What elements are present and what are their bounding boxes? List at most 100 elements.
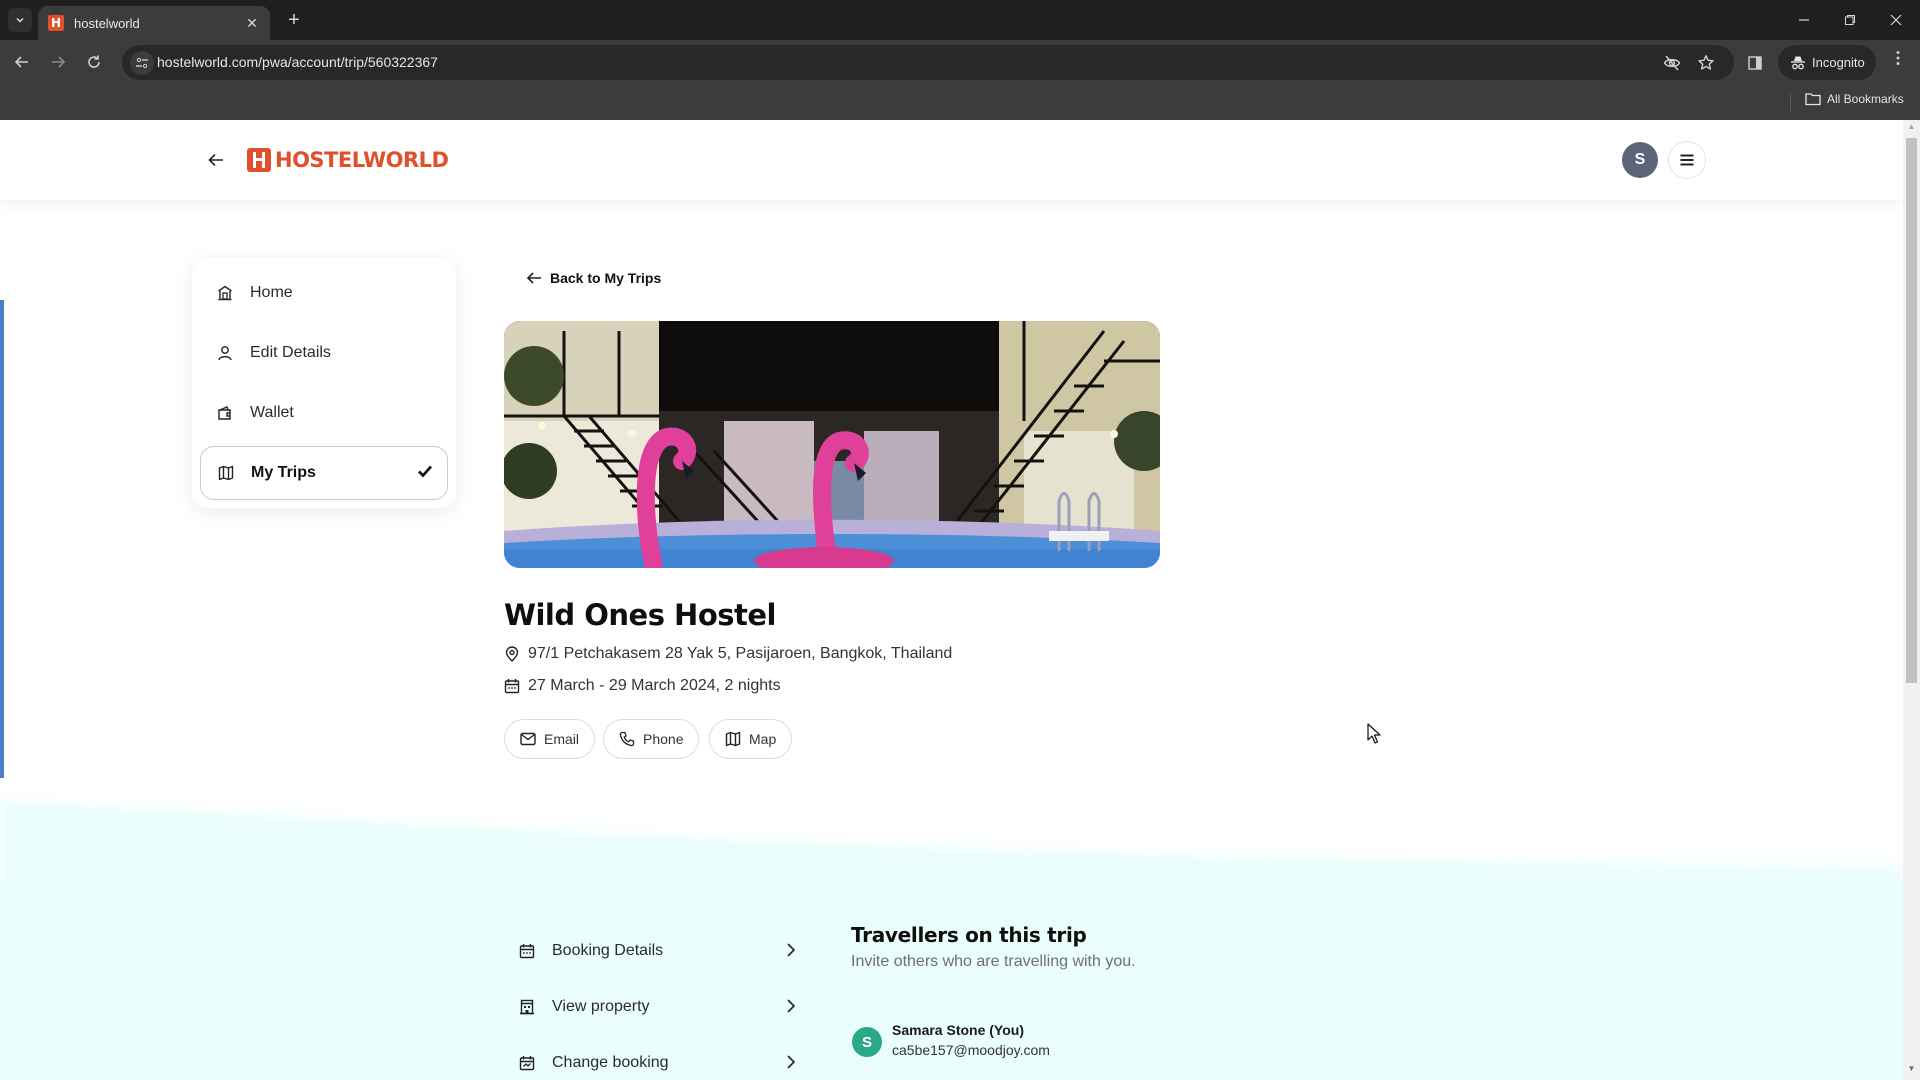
- arrow-left-icon: [14, 56, 28, 68]
- dates-text: 27 March - 29 March 2024, 2 nights: [528, 677, 781, 694]
- view-property-label: View property: [552, 998, 650, 1015]
- all-bookmarks-label: All Bookmarks: [1827, 92, 1904, 106]
- restore-button[interactable]: [1830, 6, 1870, 34]
- hostel-hero-image: [504, 321, 1160, 568]
- map-icon: [217, 464, 235, 482]
- calendar-icon: [518, 942, 536, 960]
- location-pin-icon: [505, 646, 519, 662]
- traveller-avatar: S: [852, 1027, 882, 1057]
- arrow-left-icon: [208, 153, 223, 167]
- calendar-change-icon: [518, 1054, 536, 1072]
- folder-icon: [1805, 93, 1821, 106]
- url-text[interactable]: hostelworld.com/pwa/account/trip/5603223…: [157, 54, 438, 70]
- mouse-cursor-icon: [1367, 723, 1381, 744]
- site-info-button[interactable]: [130, 51, 154, 75]
- sidebar-item-my-trips[interactable]: My Trips: [200, 446, 448, 500]
- minimize-icon: [1799, 19, 1809, 21]
- hostelworld-favicon-icon: H: [48, 15, 64, 31]
- logo-text: HOSTELWORLD: [275, 148, 449, 172]
- email-label: Email: [544, 731, 580, 747]
- booking-details-label: Booking Details: [552, 942, 664, 959]
- sidebar-item-label: Edit Details: [250, 344, 331, 361]
- sidebar-item-home[interactable]: Home: [200, 266, 448, 320]
- incognito-label: Incognito: [1812, 55, 1865, 70]
- browser-menu-button[interactable]: [1888, 50, 1908, 71]
- chevron-down-icon: [16, 17, 24, 23]
- side-panel-button[interactable]: [1744, 52, 1766, 74]
- scroll-down-arrow-icon[interactable]: ▼: [1903, 1064, 1920, 1078]
- close-window-button[interactable]: [1876, 6, 1916, 34]
- focus-indicator-bar: [0, 300, 4, 778]
- home-icon: [216, 284, 234, 302]
- stay-dates: 27 March - 29 March 2024, 2 nights: [504, 677, 781, 695]
- travellers-title: Travellers on this trip: [851, 923, 1087, 947]
- sidebar-item-label: Home: [250, 284, 293, 301]
- building-icon: [518, 998, 536, 1016]
- more-vertical-icon: [1896, 51, 1900, 65]
- traveller-name: Samara Stone (You): [892, 1022, 1024, 1038]
- bookmark-star-button[interactable]: [1694, 51, 1718, 75]
- star-icon: [1698, 55, 1714, 70]
- hostel-name: Wild Ones Hostel: [504, 598, 776, 632]
- user-avatar[interactable]: S: [1622, 142, 1658, 178]
- hostelworld-logo[interactable]: HOSTELWORLD: [247, 148, 449, 172]
- phone-property-button[interactable]: Phone: [603, 719, 700, 759]
- restore-icon: [1845, 15, 1855, 25]
- main-menu-button[interactable]: [1668, 141, 1706, 179]
- back-to-my-trips-link[interactable]: Back to My Trips: [526, 270, 661, 286]
- sidebar-item-wallet[interactable]: Wallet: [200, 386, 448, 440]
- minimize-button[interactable]: [1784, 6, 1824, 34]
- map-property-button[interactable]: Map: [709, 719, 793, 759]
- tracking-protection-button[interactable]: [1660, 51, 1684, 75]
- reload-button[interactable]: [80, 48, 108, 76]
- sidebar-item-label: Wallet: [250, 404, 294, 421]
- change-booking-link[interactable]: Change booking: [518, 1043, 796, 1080]
- arrow-left-icon: [526, 272, 541, 284]
- browser-toolbar: hostelworld.com/pwa/account/trip/5603223…: [0, 40, 1920, 85]
- wallet-icon: [216, 404, 234, 422]
- bookmarks-divider: [1790, 93, 1791, 111]
- browser-tab[interactable]: H hostelworld ✕: [38, 6, 270, 40]
- address-text: 97/1 Petchakasem 28 Yak 5, Pasijaroen, B…: [528, 645, 953, 662]
- page-content: HOSTELWORLD S Home Edit Details Wallet M…: [0, 120, 1903, 1080]
- side-panel-icon: [1748, 56, 1762, 70]
- traveller-email: ca5be157@moodjoy.com: [892, 1042, 1050, 1058]
- incognito-icon: [1791, 56, 1805, 69]
- back-button[interactable]: [8, 48, 36, 76]
- close-icon: [1890, 14, 1902, 26]
- sidebar-item-edit-details[interactable]: Edit Details: [200, 326, 448, 380]
- page-scrollbar[interactable]: ▲ ▼: [1903, 120, 1920, 1080]
- new-tab-button[interactable]: +: [282, 8, 306, 32]
- scrollbar-thumb[interactable]: [1906, 138, 1917, 683]
- account-sidebar: Home Edit Details Wallet My Trips: [192, 258, 456, 508]
- email-property-button[interactable]: Email: [504, 719, 596, 759]
- site-header: HOSTELWORLD S: [0, 120, 1903, 200]
- chevron-right-icon: [786, 1054, 796, 1075]
- back-to-my-trips-label: Back to My Trips: [550, 270, 662, 286]
- arrow-right-icon: [52, 56, 66, 68]
- tab-search-button[interactable]: [8, 8, 32, 32]
- chevron-right-icon: [786, 942, 796, 963]
- booking-details-link[interactable]: Booking Details: [518, 931, 796, 971]
- phone-icon: [619, 731, 635, 747]
- browser-tab-strip: H hostelworld ✕ +: [0, 0, 1920, 40]
- header-back-button[interactable]: [204, 148, 228, 172]
- forward-button[interactable]: [44, 48, 72, 76]
- view-property-link[interactable]: View property: [518, 987, 796, 1027]
- hostelworld-logo-icon: [247, 148, 271, 172]
- all-bookmarks-button[interactable]: All Bookmarks: [1805, 92, 1904, 106]
- calendar-icon: [504, 679, 520, 694]
- user-icon: [216, 344, 234, 362]
- tab-title: hostelworld: [74, 15, 140, 31]
- address-bar[interactable]: hostelworld.com/pwa/account/trip/5603223…: [122, 45, 1734, 80]
- map-label: Map: [749, 731, 777, 747]
- reload-icon: [88, 55, 100, 68]
- scroll-up-arrow-icon[interactable]: ▲: [1903, 122, 1920, 136]
- sidebar-item-label: My Trips: [251, 464, 316, 481]
- travellers-subtitle: Invite others who are travelling with yo…: [851, 953, 1136, 970]
- change-booking-label: Change booking: [552, 1054, 669, 1071]
- incognito-badge[interactable]: Incognito: [1778, 45, 1876, 80]
- tune-icon: [136, 57, 148, 69]
- hostel-address: 97/1 Petchakasem 28 Yak 5, Pasijaroen, B…: [504, 645, 952, 663]
- close-tab-button[interactable]: ✕: [242, 15, 262, 32]
